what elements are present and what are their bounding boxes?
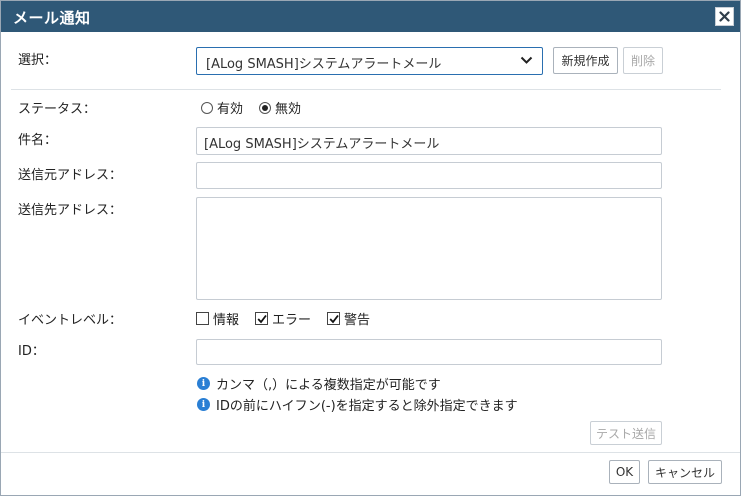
chevron-down-icon — [520, 56, 533, 64]
new-button[interactable]: 新規作成 — [553, 47, 618, 74]
status-radio-enabled[interactable] — [201, 101, 213, 114]
select-label: 選択： — [18, 53, 58, 68]
dialog-title: メール通知 — [13, 9, 91, 27]
id-label: ID： — [18, 344, 45, 359]
divider — [11, 89, 721, 90]
from-address-input[interactable] — [196, 162, 662, 189]
info-icon: i — [197, 398, 210, 411]
close-button[interactable] — [715, 7, 734, 26]
status-option-disabled-label: 無効 — [275, 102, 302, 117]
close-icon — [719, 11, 730, 22]
check-icon — [329, 314, 339, 323]
subject-input-value: [ALog SMASH]システムアラートメール — [204, 137, 440, 152]
status-radio-disabled[interactable] — [259, 101, 272, 114]
delete-button[interactable]: 削除 — [623, 47, 663, 74]
info-note-comma: i カンマ（,）による複数指定が可能です — [197, 374, 441, 393]
footer-divider — [1, 452, 740, 453]
checkbox-error[interactable] — [255, 312, 269, 325]
dialog-titlebar[interactable]: メール通知 — [1, 1, 740, 32]
status-option-enabled-label: 有効 — [217, 102, 244, 117]
subject-label: 件名： — [18, 133, 58, 148]
status-radio-group: 有効 無効 — [201, 98, 301, 117]
id-input[interactable] — [196, 339, 662, 365]
from-address-label: 送信元アドレス： — [18, 168, 123, 183]
test-send-button[interactable]: テスト送信 — [590, 421, 662, 445]
event-level-warning-label: 警告 — [344, 313, 371, 328]
checkbox-warning[interactable] — [327, 312, 341, 325]
event-level-info-label: 情報 — [213, 313, 240, 328]
notification-select[interactable]: [ALog SMASH]システムアラートメール — [196, 47, 543, 75]
subject-input[interactable]: [ALog SMASH]システムアラートメール — [196, 127, 662, 155]
info-note-hyphen-text: IDの前にハイフン(-)を指定すると除外指定できます — [216, 399, 518, 414]
to-address-textarea[interactable] — [196, 197, 662, 300]
cancel-button[interactable]: キャンセル — [648, 460, 722, 484]
to-address-label: 送信先アドレス： — [18, 203, 123, 218]
info-icon: i — [197, 377, 210, 390]
mail-notification-dialog: メール通知 選択： [ALog SMASH]システムアラートメール 新規作成 削… — [0, 0, 741, 496]
radio-selected-dot — [262, 104, 269, 111]
event-level-label: イベントレベル： — [18, 313, 123, 328]
status-label: ステータス： — [18, 102, 97, 117]
event-level-group: 情報 エラー 警告 — [196, 309, 370, 328]
info-note-hyphen: i IDの前にハイフン(-)を指定すると除外指定できます — [197, 395, 518, 414]
info-note-comma-text: カンマ（,）による複数指定が可能です — [216, 378, 441, 393]
check-icon — [257, 314, 267, 323]
event-level-error-label: エラー — [272, 313, 312, 328]
notification-select-value: [ALog SMASH]システムアラートメール — [206, 57, 442, 72]
checkbox-info[interactable] — [196, 312, 209, 325]
ok-button[interactable]: OK — [609, 460, 640, 484]
